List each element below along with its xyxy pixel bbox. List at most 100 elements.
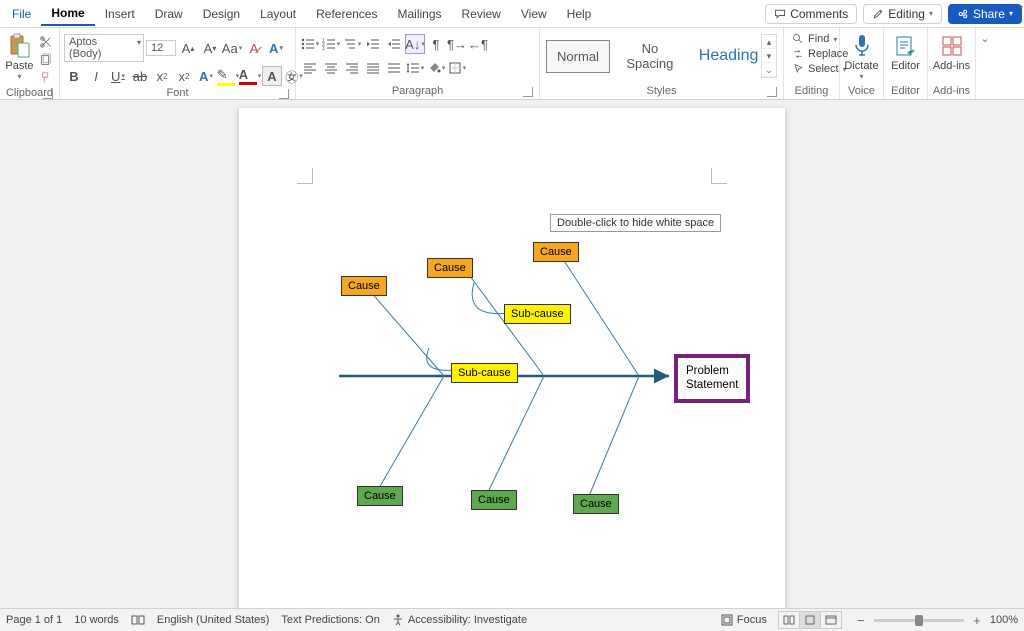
increase-indent-button[interactable]: [384, 34, 404, 54]
dictate-button[interactable]: Dictate▾: [844, 30, 879, 81]
paste-button[interactable]: Paste▾: [4, 30, 35, 81]
outdent-icon: [366, 37, 380, 51]
fishbone-diagram[interactable]: Cause Cause Cause Sub-cause Sub-cause Ca…: [279, 228, 759, 548]
styles-gallery-nav[interactable]: ▴▾⌄: [761, 34, 777, 78]
superscript-button[interactable]: x2: [174, 66, 194, 86]
decrease-indent-button[interactable]: [363, 34, 383, 54]
align-left-button[interactable]: [300, 58, 320, 78]
editing-mode-button[interactable]: Editing▾: [863, 4, 942, 24]
status-words[interactable]: 10 words: [74, 614, 119, 626]
align-right-button[interactable]: [342, 58, 362, 78]
highlight-button[interactable]: ✎: [218, 66, 238, 86]
zoom-slider[interactable]: [874, 619, 964, 622]
comments-button[interactable]: Comments: [765, 4, 857, 24]
status-predictions[interactable]: Text Predictions: On: [281, 614, 379, 626]
focus-icon: [721, 614, 733, 626]
tab-mailings[interactable]: Mailings: [387, 3, 451, 25]
styles-launcher[interactable]: [767, 87, 777, 97]
tab-review[interactable]: Review: [452, 3, 511, 25]
cause-box[interactable]: Cause: [533, 242, 579, 262]
show-marks-button[interactable]: ¶: [426, 34, 446, 54]
zoom-level[interactable]: 100%: [990, 614, 1018, 626]
font-color-glow-button[interactable]: A: [196, 66, 216, 86]
shading-button[interactable]: [426, 58, 446, 78]
style-normal[interactable]: Normal: [546, 40, 610, 73]
bullets-button[interactable]: [300, 34, 320, 54]
document-area[interactable]: Double-click to hide white space: [0, 100, 1024, 608]
editor-button[interactable]: Editor: [888, 30, 923, 72]
status-language[interactable]: English (United States): [157, 614, 270, 626]
tab-home[interactable]: Home: [41, 2, 94, 26]
style-nospacing[interactable]: No Spacing: [612, 32, 688, 80]
share-icon: [957, 8, 969, 20]
font-launcher[interactable]: [279, 89, 289, 99]
justify-icon: [366, 61, 380, 75]
strike-button[interactable]: ab: [130, 66, 150, 86]
format-painter-button[interactable]: [37, 70, 55, 86]
cause-box[interactable]: Cause: [471, 490, 517, 510]
font-size-select[interactable]: 12▾: [146, 40, 176, 56]
italic-button[interactable]: I: [86, 66, 106, 86]
tab-design[interactable]: Design: [193, 3, 250, 25]
view-web-button[interactable]: [820, 611, 842, 629]
shrink-font-button[interactable]: A▾: [200, 38, 220, 58]
status-page[interactable]: Page 1 of 1: [6, 614, 62, 626]
font-name-select[interactable]: Aptos (Body)▾: [64, 34, 144, 62]
zoom-out-button[interactable]: −: [854, 613, 868, 628]
align-center-button[interactable]: [321, 58, 341, 78]
cause-box[interactable]: Cause: [427, 258, 473, 278]
clear-format-button[interactable]: A̷: [244, 38, 264, 58]
style-heading1[interactable]: Heading: [690, 38, 759, 74]
change-case-button[interactable]: Aa: [222, 38, 242, 58]
paragraph-launcher[interactable]: [523, 87, 533, 97]
subscript-button[interactable]: x2: [152, 66, 172, 86]
group-font: Aptos (Body)▾ 12▾ A▴ A▾ Aa A̷ A B I U ab…: [60, 28, 296, 99]
borders-button[interactable]: [447, 58, 467, 78]
bold-button[interactable]: B: [64, 66, 84, 86]
grow-font-button[interactable]: A▴: [178, 38, 198, 58]
font-color-button[interactable]: A: [240, 66, 260, 86]
scissors-icon: [39, 35, 53, 49]
share-button[interactable]: Share▾: [948, 4, 1022, 24]
cut-button[interactable]: [37, 34, 55, 50]
zoom-in-button[interactable]: +: [970, 613, 984, 628]
status-accessibility[interactable]: Accessibility: Investigate: [392, 614, 527, 626]
collapse-ribbon-button[interactable]: ⌄: [976, 28, 994, 99]
distribute-button[interactable]: [384, 58, 404, 78]
underline-button[interactable]: U: [108, 66, 128, 86]
line-spacing-button[interactable]: [405, 58, 425, 78]
tab-file[interactable]: File: [2, 3, 41, 25]
cause-box[interactable]: Cause: [357, 486, 403, 506]
char-shading-button[interactable]: A: [262, 66, 282, 86]
borders-icon: [448, 61, 462, 75]
sort-button[interactable]: A↓: [405, 34, 425, 54]
problem-statement-box[interactable]: Problem Statement: [674, 354, 750, 403]
tab-draw[interactable]: Draw: [145, 3, 193, 25]
tab-view[interactable]: View: [511, 3, 557, 25]
cause-box[interactable]: Cause: [573, 494, 619, 514]
tab-layout[interactable]: Layout: [250, 3, 306, 25]
copy-button[interactable]: [37, 52, 55, 68]
justify-button[interactable]: [363, 58, 383, 78]
subcause-box[interactable]: Sub-cause: [451, 363, 518, 383]
ltr-button[interactable]: ¶→: [447, 34, 467, 54]
cause-box[interactable]: Cause: [341, 276, 387, 296]
multilevel-button[interactable]: [342, 34, 362, 54]
status-spellcheck[interactable]: [131, 614, 145, 626]
accessibility-icon: [392, 614, 404, 626]
clipboard-launcher[interactable]: [43, 89, 53, 99]
rtl-button[interactable]: ←¶: [468, 34, 488, 54]
text-effects-button[interactable]: A: [266, 38, 286, 58]
numbering-button[interactable]: 123: [321, 34, 341, 54]
subcause-box[interactable]: Sub-cause: [504, 304, 571, 324]
align-left-icon: [303, 61, 317, 75]
page[interactable]: Cause Cause Cause Sub-cause Sub-cause Ca…: [239, 108, 785, 608]
tab-insert[interactable]: Insert: [95, 3, 145, 25]
view-print-button[interactable]: [799, 611, 821, 629]
addins-button[interactable]: Add-ins: [932, 30, 971, 72]
view-read-button[interactable]: [778, 611, 800, 629]
tab-references[interactable]: References: [306, 3, 387, 25]
focus-mode-button[interactable]: Focus: [721, 614, 767, 626]
tab-help[interactable]: Help: [557, 3, 602, 25]
cursor-icon: [792, 63, 804, 75]
